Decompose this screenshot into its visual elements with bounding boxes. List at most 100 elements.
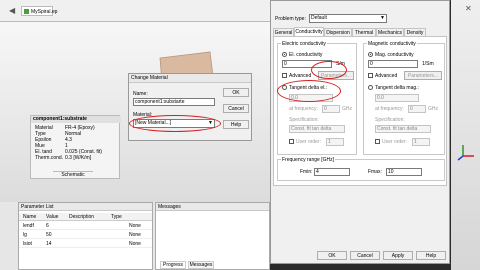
mag-parameters-button[interactable]: Parameters... bbox=[404, 71, 442, 80]
tab-progress[interactable]: Progress bbox=[160, 261, 186, 269]
magnetic-conductivity-group: Magnetic conductivity Mag. conductivity … bbox=[363, 41, 445, 155]
col-description[interactable]: Description bbox=[69, 214, 94, 220]
parameter-list-panel: Parameter List Name Value Description Ty… bbox=[18, 202, 153, 270]
messages-title: Messages bbox=[156, 203, 269, 211]
schematic-tab-label: Schematic bbox=[61, 172, 85, 178]
name-field[interactable]: component1:substarte bbox=[133, 98, 215, 106]
mag-specification-select[interactable]: Const. fit tan delta bbox=[375, 125, 431, 133]
el-advanced-checkbox[interactable] bbox=[282, 73, 287, 78]
cancel-button[interactable]: Cancel bbox=[350, 251, 380, 260]
component-title: component1:substrate bbox=[31, 116, 121, 123]
cancel-button[interactable]: Cancel bbox=[223, 104, 249, 113]
fmin-label: Fmin: bbox=[300, 169, 313, 175]
help-button[interactable]: Help bbox=[223, 120, 249, 129]
tab-thermal[interactable]: Thermal bbox=[352, 28, 376, 36]
fmax-input[interactable]: 10 bbox=[386, 168, 422, 176]
magnetic-group-title: Magnetic conductivity bbox=[367, 41, 417, 47]
annotation-ellipse bbox=[311, 61, 347, 79]
el-specification-select[interactable]: Const. fit tan delta bbox=[289, 125, 345, 133]
frequency-range-group: Frequency range [GHz] Fmin: 4 Fmax: 10 bbox=[277, 157, 445, 181]
cell-name: lendf bbox=[23, 223, 34, 229]
tangent-delta-mag-label: Tangent delta mag.: bbox=[375, 85, 419, 91]
tangent-delta-mag-radio[interactable] bbox=[368, 85, 373, 90]
cell-type: None bbox=[129, 232, 141, 238]
document-icon bbox=[24, 9, 29, 14]
table-row[interactable] bbox=[19, 249, 152, 257]
problem-type-value: Default bbox=[311, 15, 327, 21]
change-material-dialog: Change Material Name: component1:substar… bbox=[128, 73, 252, 141]
annotation-ellipse bbox=[277, 80, 341, 102]
document-tab-label: MySpiral.ep bbox=[31, 9, 58, 15]
table-row[interactable]: lg 50 None bbox=[19, 231, 152, 239]
window-close-icon[interactable]: ✕ bbox=[465, 4, 472, 13]
mag-user-order-label: User order: bbox=[382, 139, 408, 145]
el-specification-label: Specification: bbox=[289, 117, 319, 123]
tab-mechanics[interactable]: Mechanics bbox=[376, 28, 404, 36]
background-viewport: ✕ bbox=[451, 0, 480, 270]
ok-button[interactable]: OK bbox=[223, 88, 249, 97]
schematic-tab[interactable]: Schematic bbox=[53, 171, 93, 179]
mag-conductivity-label: Mag. conductivity bbox=[375, 52, 414, 58]
cell-type: None bbox=[129, 223, 141, 229]
tab-dispersion[interactable]: Dispersion bbox=[324, 28, 352, 36]
mag-conductivity-radio[interactable] bbox=[368, 52, 373, 57]
material-properties-dialog: Problem type: Default ▼ General Conducti… bbox=[270, 0, 450, 264]
mag-specification-label: Specification: bbox=[375, 117, 405, 123]
table-row[interactable]: lendf 6 None bbox=[19, 222, 152, 230]
electric-group-title: Electric conductivity bbox=[281, 41, 327, 47]
el-advanced-label: Advanced bbox=[289, 73, 312, 79]
tab-messages[interactable]: Messages bbox=[188, 261, 214, 269]
document-tab-strip: ◀ MySpiral.ep bbox=[0, 0, 270, 22]
axis-gizmo-icon bbox=[457, 145, 474, 161]
cell-value: 14 bbox=[46, 241, 52, 247]
cell-value: 50 bbox=[46, 232, 52, 238]
help-button[interactable]: Help bbox=[416, 251, 446, 260]
prop-value: 0.3 [W/K/m] bbox=[65, 155, 92, 161]
el-at-frequency-label: at frequency: bbox=[289, 106, 318, 112]
tab-density[interactable]: Density bbox=[404, 28, 426, 36]
apply-button[interactable]: Apply bbox=[383, 251, 413, 260]
tab-messages-label: Messages bbox=[189, 262, 213, 268]
el-user-order-label: User order: bbox=[296, 139, 322, 145]
col-name[interactable]: Name bbox=[23, 214, 36, 220]
name-label: Name: bbox=[133, 91, 148, 97]
col-value[interactable]: Value bbox=[46, 214, 58, 220]
chevron-down-icon: ▼ bbox=[380, 15, 385, 21]
el-frequency-unit: GHz bbox=[342, 106, 352, 112]
fmin-input[interactable]: 4 bbox=[314, 168, 350, 176]
mag-frequency-input[interactable]: 0 bbox=[408, 105, 426, 113]
mag-frequency-unit: GHz bbox=[428, 106, 438, 112]
mag-at-frequency-label: at frequency: bbox=[375, 106, 404, 112]
cell-name: lsiot bbox=[23, 241, 32, 247]
component-info-panel: component1:substrate Material FR-4 (Epoxy… bbox=[30, 115, 121, 179]
mag-advanced-checkbox[interactable] bbox=[368, 73, 373, 78]
mag-advanced-label: Advanced bbox=[375, 73, 398, 79]
cell-name: lg bbox=[23, 232, 27, 238]
tan-delta-mag-input[interactable]: 0.0 bbox=[375, 94, 419, 102]
component-rows: Material FR-4 (Epoxy) Type Normal Epsilon 4… bbox=[35, 125, 119, 161]
mag-conductivity-input[interactable]: 0 bbox=[368, 60, 418, 68]
mag-user-order-checkbox[interactable] bbox=[375, 139, 380, 144]
problem-type-select[interactable]: Default ▼ bbox=[309, 14, 387, 23]
el-conductivity-label: El. conductivity bbox=[289, 52, 323, 58]
mag-conductivity-unit: 1/Sm bbox=[422, 61, 434, 67]
table-row[interactable]: lsiot 14 None bbox=[19, 240, 152, 248]
annotation-ellipse bbox=[129, 115, 221, 132]
document-tab[interactable]: MySpiral.ep bbox=[21, 6, 57, 16]
change-material-title: Change Material bbox=[129, 74, 251, 83]
el-conductivity-radio[interactable] bbox=[282, 52, 287, 57]
el-user-order-checkbox[interactable] bbox=[289, 139, 294, 144]
back-arrow-icon[interactable]: ◀ bbox=[9, 6, 15, 15]
el-frequency-input[interactable]: 0 bbox=[322, 105, 340, 113]
prop-key: Therm.cond. bbox=[35, 155, 64, 161]
mag-user-order-input[interactable]: 1 bbox=[412, 138, 430, 146]
cell-type: None bbox=[129, 241, 141, 247]
ok-button[interactable]: OK bbox=[317, 251, 347, 260]
tab-general[interactable]: General bbox=[273, 28, 294, 36]
problem-type-label: Problem type: bbox=[275, 16, 306, 22]
messages-panel: Messages Progress Messages bbox=[155, 202, 270, 270]
parameter-list-title: Parameter List bbox=[19, 203, 152, 211]
el-user-order-input[interactable]: 1 bbox=[326, 138, 344, 146]
col-type[interactable]: Type bbox=[111, 214, 122, 220]
fmax-label: Fmax: bbox=[368, 169, 382, 175]
